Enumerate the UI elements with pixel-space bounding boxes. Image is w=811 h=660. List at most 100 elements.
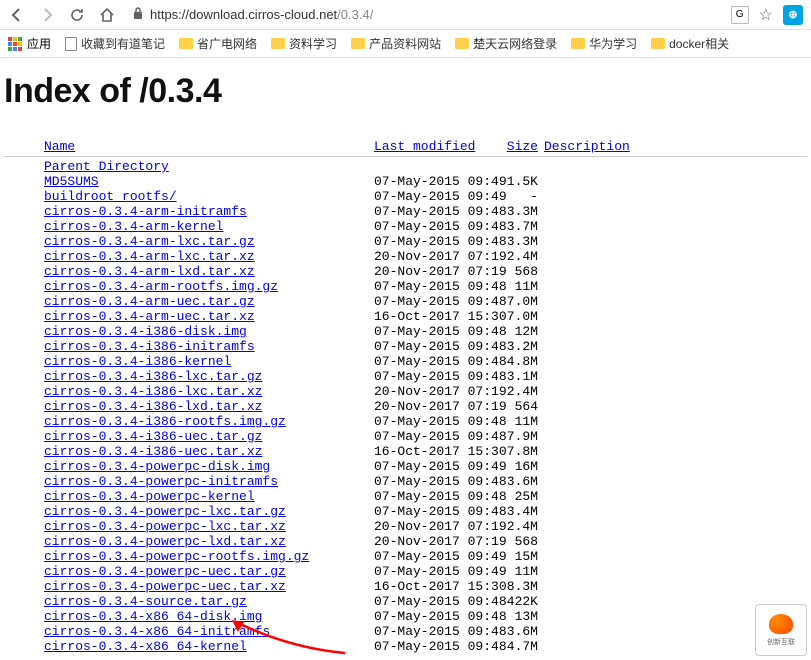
file-size: 2.4M — [498, 384, 538, 399]
file-row: cirros-0.3.4-source.tar.gz07-May-2015 09… — [4, 594, 807, 609]
bookmark-label: 华为学习 — [589, 35, 637, 52]
folder-icon — [351, 38, 365, 49]
file-size: 7.8M — [498, 444, 538, 459]
file-modified: 16-Oct-2017 15:30 — [374, 579, 498, 594]
file-link[interactable]: cirros-0.3.4-i386-lxc.tar.xz — [44, 384, 262, 399]
file-modified: 07-May-2015 09:48 — [374, 489, 498, 504]
file-modified: 07-May-2015 09:49 — [374, 189, 498, 204]
file-row: cirros-0.3.4-arm-uec.tar.xz16-Oct-2017 1… — [4, 309, 807, 324]
file-link[interactable]: cirros-0.3.4-arm-lxc.tar.xz — [44, 249, 255, 264]
file-size: - — [498, 189, 538, 204]
file-row: cirros-0.3.4-powerpc-lxc.tar.xz20-Nov-20… — [4, 519, 807, 534]
file-link[interactable]: cirros-0.3.4-i386-initramfs — [44, 339, 255, 354]
file-modified: 07-May-2015 09:48 — [374, 294, 498, 309]
file-link[interactable]: cirros-0.3.4-powerpc-uec.tar.xz — [44, 579, 286, 594]
file-modified: 20-Nov-2017 07:19 — [374, 264, 498, 279]
file-size: 7.0M — [498, 309, 538, 324]
file-size: 568 — [498, 264, 538, 279]
file-link[interactable]: buildroot_rootfs/ — [44, 189, 177, 204]
file-link[interactable]: cirros-0.3.4-x86_64-kernel — [44, 639, 247, 654]
file-modified: 20-Nov-2017 07:19 — [374, 399, 498, 414]
file-link[interactable]: cirros-0.3.4-x86_64-disk.img — [44, 609, 262, 624]
file-size: 3.3M — [498, 234, 538, 249]
file-link[interactable]: cirros-0.3.4-arm-uec.tar.gz — [44, 294, 255, 309]
file-modified: 07-May-2015 09:48 — [374, 204, 498, 219]
translate-icon[interactable]: G — [731, 6, 749, 24]
file-link[interactable]: cirros-0.3.4-powerpc-uec.tar.gz — [44, 564, 286, 579]
file-row: cirros-0.3.4-powerpc-uec.tar.gz07-May-20… — [4, 564, 807, 579]
file-link[interactable]: MD5SUMS — [44, 174, 99, 189]
file-link[interactable]: cirros-0.3.4-arm-kernel — [44, 219, 223, 234]
file-link[interactable]: cirros-0.3.4-powerpc-lxc.tar.gz — [44, 504, 286, 519]
file-row: cirros-0.3.4-arm-lxc.tar.gz 07-May-2015 0… — [4, 234, 807, 249]
file-link[interactable]: cirros-0.3.4-powerpc-lxc.tar.xz — [44, 519, 286, 534]
bookmark-item[interactable]: docker相关 — [651, 35, 729, 52]
bookmark-item[interactable]: 省广电网络 — [179, 35, 257, 52]
file-link[interactable]: cirros-0.3.4-arm-initramfs — [44, 204, 247, 219]
file-link[interactable]: cirros-0.3.4-i386-disk.img — [44, 324, 247, 339]
bookmark-label: docker相关 — [669, 35, 729, 52]
sort-size[interactable]: Size — [507, 139, 538, 154]
reload-button[interactable] — [68, 6, 86, 24]
file-link[interactable]: cirros-0.3.4-i386-lxd.tar.xz — [44, 399, 262, 414]
file-link[interactable]: cirros-0.3.4-powerpc-lxd.tar.xz — [44, 534, 286, 549]
bookmark-item[interactable]: 收藏到有道笔记 — [65, 35, 165, 52]
file-size: 8.3M — [498, 579, 538, 594]
home-button[interactable] — [98, 6, 116, 24]
file-size: 3.2M — [498, 339, 538, 354]
file-modified: 07-May-2015 09:48 — [374, 279, 498, 294]
file-link[interactable]: Parent Directory — [44, 159, 169, 174]
file-link[interactable]: cirros-0.3.4-arm-lxc.tar.gz — [44, 234, 255, 249]
bookmark-item[interactable]: 楚天云网络登录 — [455, 35, 557, 52]
bookmark-item[interactable]: 资料学习 — [271, 35, 337, 52]
file-link[interactable]: cirros-0.3.4-x86_64-initramfs — [44, 624, 270, 639]
file-size: 11M — [498, 564, 538, 579]
file-link[interactable]: cirros-0.3.4-i386-uec.tar.gz — [44, 429, 262, 444]
sort-description[interactable]: Description — [544, 139, 630, 154]
bookmark-label: 省广电网络 — [197, 35, 257, 52]
sort-modified[interactable]: Last modified — [374, 139, 475, 154]
bookmark-star-icon[interactable]: ☆ — [759, 5, 773, 25]
url-text: https://download.cirros-cloud.net/0.3.4/ — [150, 7, 373, 22]
file-modified: 20-Nov-2017 07:19 — [374, 384, 498, 399]
file-link[interactable]: cirros-0.3.4-powerpc-rootfs.img.gz — [44, 549, 309, 564]
file-link[interactable]: cirros-0.3.4-powerpc-initramfs — [44, 474, 278, 489]
address-bar[interactable]: https://download.cirros-cloud.net/0.3.4/ — [128, 6, 719, 23]
file-link[interactable]: cirros-0.3.4-arm-lxd.tar.xz — [44, 264, 255, 279]
bookmark-item[interactable]: 产品资料网站 — [351, 35, 441, 52]
bookmark-item[interactable]: 华为学习 — [571, 35, 637, 52]
watermark-text: 创新互联 — [767, 637, 795, 647]
file-link[interactable]: cirros-0.3.4-arm-uec.tar.xz — [44, 309, 255, 324]
forward-button[interactable] — [38, 6, 56, 24]
file-link[interactable]: cirros-0.3.4-arm-rootfs.img.gz — [44, 279, 278, 294]
file-size — [498, 159, 538, 174]
file-modified: 07-May-2015 09:48 — [374, 234, 498, 249]
folder-icon — [455, 38, 469, 49]
back-button[interactable] — [8, 6, 26, 24]
file-size: 3.6M — [498, 474, 538, 489]
apps-button[interactable]: 应用 — [8, 35, 51, 52]
toolbar-right: G ☆ ⊕ — [731, 5, 803, 25]
file-row: cirros-0.3.4-x86_64-kernel07-May-2015 09… — [4, 639, 807, 654]
file-link[interactable]: cirros-0.3.4-i386-uec.tar.xz — [44, 444, 262, 459]
file-row: cirros-0.3.4-i386-disk.img07-May-2015 09… — [4, 324, 807, 339]
file-link[interactable]: cirros-0.3.4-i386-rootfs.img.gz — [44, 414, 286, 429]
file-modified: 07-May-2015 09:48 — [374, 474, 498, 489]
directory-listing: Name Last modified Size Description Pare… — [4, 139, 807, 654]
file-row: cirros-0.3.4-powerpc-lxc.tar.gz07-May-20… — [4, 504, 807, 519]
file-link[interactable]: cirros-0.3.4-powerpc-kernel — [44, 489, 255, 504]
file-size: 3.3M — [498, 204, 538, 219]
file-row: cirros-0.3.4-powerpc-initramfs 07-May-201… — [4, 474, 807, 489]
file-link[interactable]: cirros-0.3.4-i386-lxc.tar.gz — [44, 369, 262, 384]
file-link[interactable]: cirros-0.3.4-powerpc-disk.img — [44, 459, 270, 474]
file-link[interactable]: cirros-0.3.4-i386-kernel — [44, 354, 231, 369]
file-size: 564 — [498, 399, 538, 414]
bookmarks-bar: 应用 收藏到有道笔记 省广电网络资料学习产品资料网站楚天云网络登录 华为学习 dock… — [0, 30, 811, 58]
file-size: 25M — [498, 489, 538, 504]
extension-icon[interactable]: ⊕ — [783, 5, 803, 25]
file-size: 2.4M — [498, 249, 538, 264]
sort-name[interactable]: Name — [44, 139, 75, 154]
bookmark-label: 收藏到有道笔记 — [81, 35, 165, 52]
file-link[interactable]: cirros-0.3.4-source.tar.gz — [44, 594, 247, 609]
listing-header: Name Last modified Size Description — [4, 139, 807, 157]
